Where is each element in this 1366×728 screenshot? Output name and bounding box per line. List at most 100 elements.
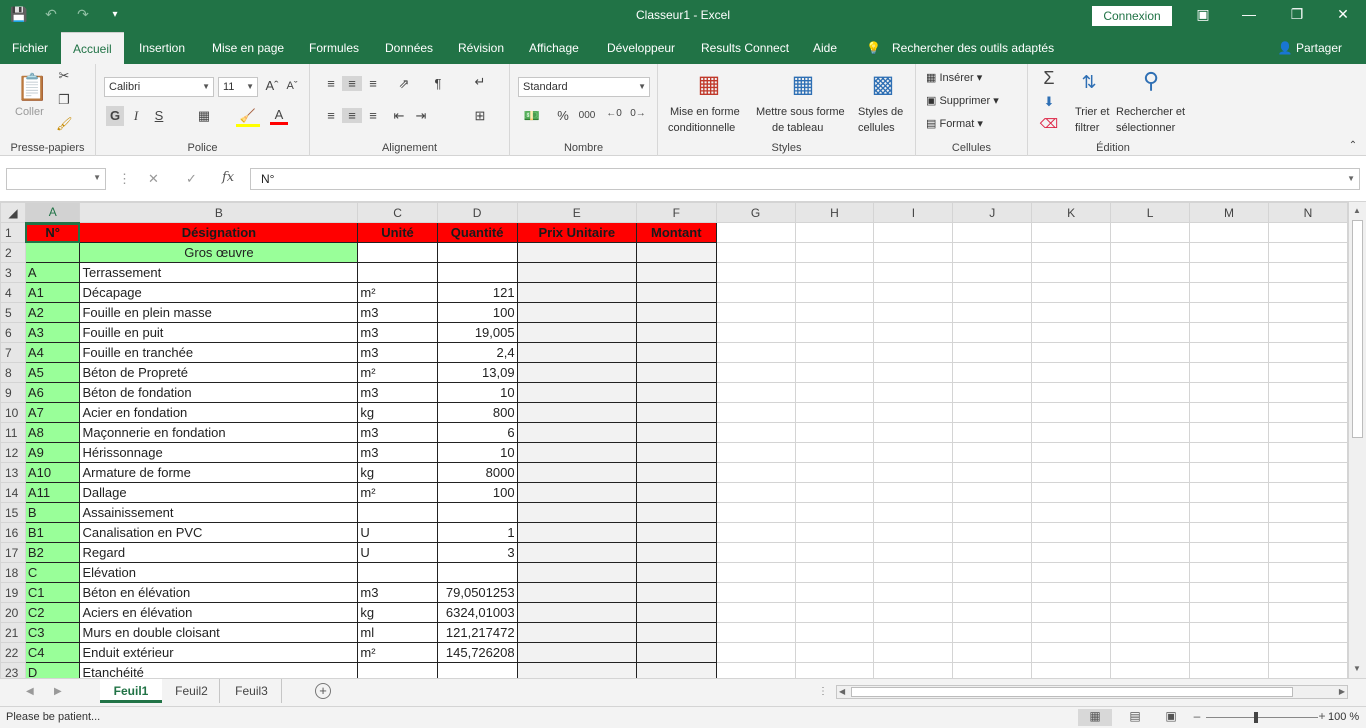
cell-designation[interactable]: Enduit extérieur (79, 642, 359, 663)
cell[interactable] (794, 362, 875, 383)
cell-unit[interactable]: ml (357, 622, 438, 643)
zoom-in-icon[interactable]: + (1316, 709, 1328, 726)
column-header[interactable]: N (1267, 202, 1348, 223)
cell-quantity[interactable] (436, 562, 518, 583)
row-header[interactable]: 14 (0, 482, 26, 503)
cell[interactable] (1031, 422, 1112, 443)
cell-quantity[interactable]: 100 (436, 482, 518, 503)
cell[interactable] (794, 402, 875, 423)
cell-obscured[interactable] (635, 402, 717, 423)
row-header[interactable]: 10 (0, 402, 26, 423)
row-header[interactable]: 9 (0, 382, 26, 403)
select-all-corner[interactable]: ◢ (0, 202, 26, 223)
name-box[interactable]: ▼ (6, 168, 106, 190)
cell[interactable] (873, 602, 954, 623)
cell[interactable] (794, 462, 875, 483)
ribbon-display-icon[interactable]: ▣ (1188, 6, 1218, 23)
cell-designation[interactable]: Assainissement (79, 502, 359, 523)
zoom-slider-handle[interactable] (1254, 712, 1258, 723)
cell-unit[interactable]: m3 (357, 442, 438, 463)
cell[interactable] (873, 542, 954, 563)
cell[interactable] (1031, 662, 1112, 678)
cell[interactable] (1110, 642, 1190, 663)
collapse-ribbon-icon[interactable]: ⌃ (1346, 140, 1360, 151)
cell[interactable] (1189, 502, 1269, 523)
cell-designation[interactable]: Elévation (79, 562, 359, 583)
cell[interactable] (1189, 242, 1269, 263)
align-right-icon[interactable]: ≡ (364, 108, 382, 123)
cell-obscured[interactable] (516, 382, 637, 403)
cell[interactable] (873, 262, 954, 283)
cell-unit[interactable]: m3 (357, 382, 438, 403)
cell-item-number[interactable]: A7 (24, 402, 81, 423)
cell-item-number[interactable]: C4 (24, 642, 81, 663)
cell-obscured[interactable] (516, 402, 637, 423)
fill-icon[interactable]: ⬇ (1038, 94, 1060, 110)
page-layout-view-icon[interactable]: ▤ (1124, 709, 1146, 726)
decrease-indent-icon[interactable]: ⇤ (390, 108, 408, 124)
cell[interactable] (873, 622, 954, 643)
tab-aide[interactable]: Aide (813, 32, 837, 64)
cell[interactable] (715, 522, 796, 543)
cell[interactable] (794, 622, 875, 643)
cell[interactable] (794, 562, 875, 583)
cell-quantity[interactable] (436, 262, 518, 283)
row-header[interactable]: 13 (0, 462, 26, 483)
cell-quantity[interactable]: 145,726208 (436, 642, 518, 663)
row-header[interactable]: 17 (0, 542, 26, 563)
cell[interactable] (952, 562, 1033, 583)
cell[interactable] (715, 582, 796, 603)
zoom-level[interactable]: 100 % (1328, 711, 1359, 723)
cell[interactable] (873, 242, 954, 263)
cell[interactable] (873, 422, 954, 443)
currency-icon[interactable]: 💵 (520, 108, 544, 124)
cell[interactable] (1031, 402, 1112, 423)
cell-obscured[interactable] (635, 362, 717, 383)
row-header[interactable]: 16 (0, 522, 26, 543)
cell-obscured[interactable] (635, 602, 717, 623)
cell[interactable] (1110, 402, 1190, 423)
cell-quantity[interactable]: 100 (436, 302, 518, 323)
cell-obscured[interactable] (516, 522, 637, 543)
cell-unit[interactable]: m3 (357, 422, 438, 443)
cell-obscured[interactable] (635, 262, 717, 283)
cell-item-number[interactable]: A1 (24, 282, 81, 303)
cell-quantity[interactable]: 13,09 (436, 362, 518, 383)
cell-item-number[interactable]: C3 (24, 622, 81, 643)
column-header[interactable]: C (357, 202, 438, 223)
text-direction-icon[interactable]: ¶ (426, 76, 450, 91)
cell[interactable] (1189, 322, 1269, 343)
cell[interactable] (1267, 502, 1348, 523)
cell-quantity[interactable]: 2,4 (436, 342, 518, 363)
cut-icon[interactable]: ✂ (56, 68, 72, 84)
cell[interactable] (873, 562, 954, 583)
paste-label[interactable]: Coller (15, 106, 44, 118)
align-top-icon[interactable]: ≡ (322, 76, 340, 91)
cell[interactable] (952, 482, 1033, 503)
cell-obscured[interactable] (516, 582, 637, 603)
cell[interactable] (1031, 282, 1112, 303)
cell-obscured[interactable] (635, 502, 717, 523)
cell[interactable] (715, 422, 796, 443)
cell[interactable] (715, 262, 796, 283)
format-cells-button[interactable]: ▤ Format ▾ (926, 117, 983, 130)
cell[interactable] (1267, 482, 1348, 503)
cell[interactable] (952, 222, 1033, 243)
cell[interactable] (1110, 602, 1190, 623)
italic-button[interactable]: I (128, 108, 144, 124)
cell-obscured[interactable] (635, 422, 717, 443)
vertical-scrollbar[interactable]: ▲ ▼ (1348, 202, 1366, 678)
cell-item-number[interactable]: A11 (24, 482, 81, 503)
cell-designation[interactable]: Béton de Propreté (79, 362, 359, 383)
underline-button[interactable]: S (148, 108, 170, 123)
font-color-icon[interactable]: A (270, 107, 288, 125)
cell-item-number[interactable]: B1 (24, 522, 81, 543)
sort-filter-label-2[interactable]: filtrer (1075, 122, 1099, 134)
cell[interactable] (1189, 302, 1269, 323)
cell-unit[interactable]: m3 (357, 322, 438, 343)
tab-insertion[interactable]: Insertion (139, 32, 185, 64)
cell[interactable] (1031, 562, 1112, 583)
cell-obscured[interactable] (635, 302, 717, 323)
cell[interactable] (952, 582, 1033, 603)
cell-obscured[interactable] (516, 262, 637, 283)
